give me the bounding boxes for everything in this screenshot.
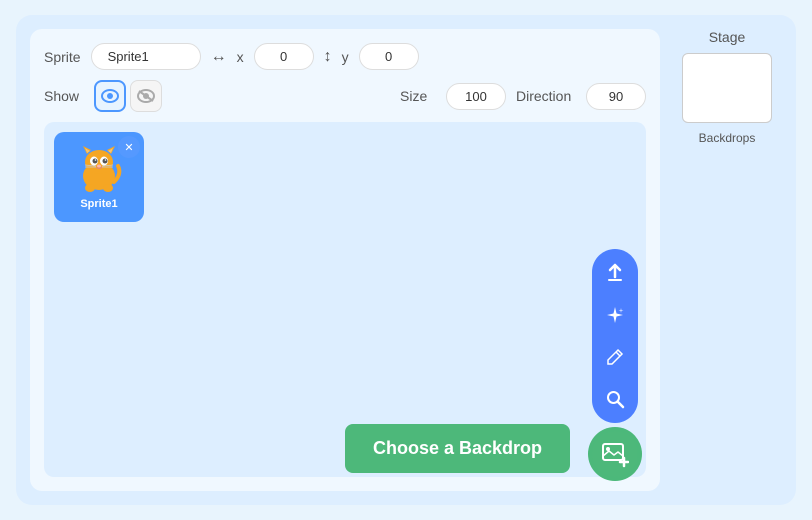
add-backdrop-main-btn[interactable]	[588, 427, 642, 481]
x-input[interactable]: 0	[254, 43, 314, 70]
sprite-label: Sprite	[44, 49, 81, 65]
direction-input[interactable]: 90	[586, 83, 646, 110]
image-add-icon	[601, 440, 629, 468]
show-visible-btn[interactable]	[94, 80, 126, 112]
stage-title: Stage	[709, 29, 746, 45]
sprite-card-sprite1[interactable]: ✕	[54, 132, 144, 222]
main-container: Sprite Sprite1 ↔ x 0 ↕ y 0 Show	[16, 15, 796, 505]
sprite-controls-row: Sprite Sprite1 ↔ x 0 ↕ y 0	[44, 43, 646, 70]
y-label: y	[342, 49, 349, 65]
sprite-name-label: Sprite1	[80, 198, 117, 210]
upload-icon	[605, 263, 625, 283]
show-toggle-group	[94, 80, 162, 112]
x-arrow-icon: ↔	[211, 48, 227, 66]
y-arrow-icon: ↕	[324, 48, 332, 66]
action-bar	[592, 249, 638, 423]
search-icon	[605, 389, 625, 409]
paint-action-btn[interactable]	[599, 341, 631, 373]
stage-preview[interactable]	[682, 53, 772, 123]
x-label: x	[237, 49, 244, 65]
eye-slash-icon	[137, 89, 155, 103]
stage-panel: Stage Backdrops	[672, 29, 782, 491]
y-input[interactable]: 0	[359, 43, 419, 70]
sprite-name-input[interactable]: Sprite1	[91, 43, 201, 70]
backdrops-label: Backdrops	[699, 131, 756, 145]
paint-icon	[605, 347, 625, 367]
choose-backdrop-button[interactable]: Choose a Backdrop	[345, 424, 570, 473]
size-input[interactable]: 100	[446, 83, 506, 110]
search-action-btn[interactable]	[599, 383, 631, 415]
upload-action-btn[interactable]	[599, 257, 631, 289]
floating-actions-panel	[588, 249, 642, 481]
show-controls-row: Show Size 100	[44, 80, 646, 112]
show-label: Show	[44, 88, 80, 104]
sparkle-action-btn[interactable]	[599, 299, 631, 331]
eye-icon	[101, 89, 119, 103]
sparkle-icon	[605, 305, 625, 325]
direction-label: Direction	[516, 88, 576, 104]
show-hidden-btn[interactable]	[130, 80, 162, 112]
delete-sprite-btn[interactable]: ✕	[118, 136, 140, 158]
main-panel: Sprite Sprite1 ↔ x 0 ↕ y 0 Show	[30, 29, 660, 491]
size-label: Size	[400, 88, 436, 104]
